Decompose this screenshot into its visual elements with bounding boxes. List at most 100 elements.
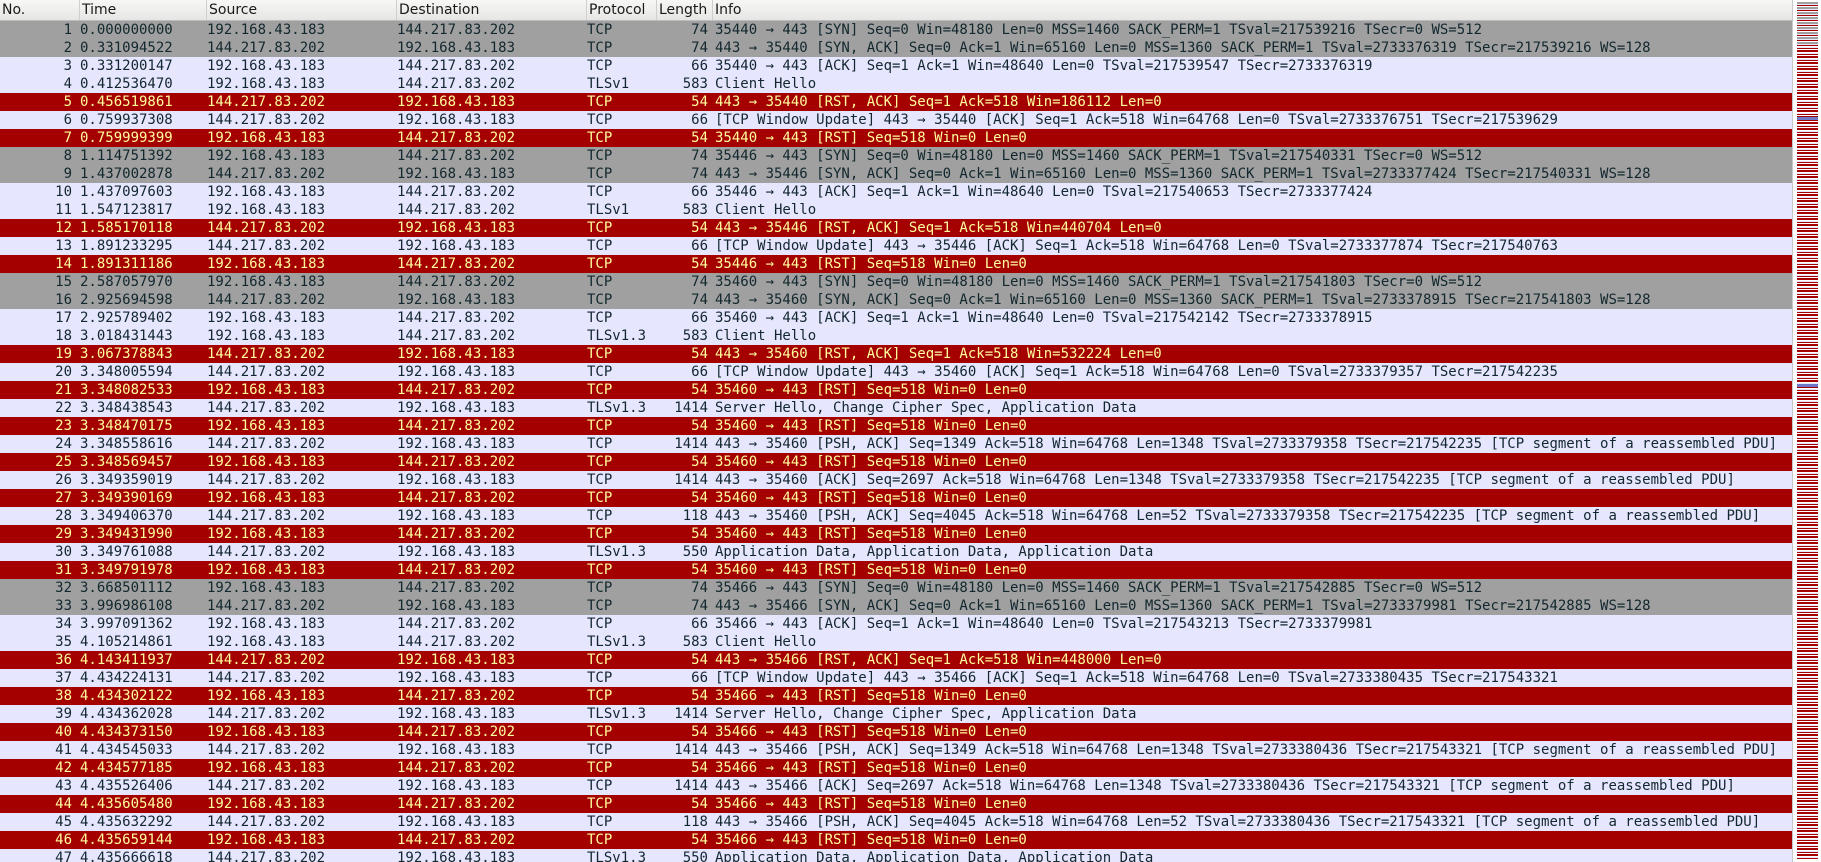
packet-info: 443 → 35466 [PSH, ACK] Seq=4045 Ack=518 … (715, 814, 1761, 830)
packet-no: 26 (55, 472, 72, 488)
packet-row[interactable]: 13 1.891233295 144.217.83.202 192.168.43.18… (0, 237, 1792, 255)
packet-row[interactable]: 36 4.143411937 144.217.83.202 192.168.43.18… (0, 651, 1792, 669)
packet-source: 144.217.83.202 (207, 670, 326, 686)
column-header-length[interactable]: Length (657, 0, 713, 20)
packet-source: 192.168.43.183 (207, 796, 326, 812)
packet-row[interactable]: 12 1.585170118 144.217.83.202 192.168.43.18… (0, 219, 1792, 237)
packet-info: 443 → 35460 [PSH, ACK] Seq=4045 Ack=518 … (715, 508, 1761, 524)
packet-row[interactable]: 42 4.434577185 192.168.43.183 144.217.83.20… (0, 759, 1792, 777)
packet-row[interactable]: 2 0.331094522 144.217.83.202 192.168.43.183… (0, 39, 1792, 57)
packet-row[interactable]: 46 4.435659144 192.168.43.183 144.217.83.20… (0, 831, 1792, 849)
packet-row[interactable]: 1 0.000000000 192.168.43.183 144.217.83.202… (0, 21, 1792, 39)
packet-time: 3.348438543 (80, 400, 173, 416)
packet-list[interactable]: No. Time Source Destination Protocol Len… (0, 0, 1792, 862)
packet-time: 3.067378843 (80, 346, 173, 362)
packet-info: 35440 → 443 [RST] Seq=518 Win=0 Len=0 (715, 130, 1027, 146)
column-header-protocol[interactable]: Protocol (587, 0, 657, 20)
packet-source: 192.168.43.183 (207, 148, 326, 164)
packet-destination: 192.168.43.183 (397, 598, 516, 614)
packet-row[interactable]: 39 4.434362028 144.217.83.202 192.168.43.18… (0, 705, 1792, 723)
packet-no: 18 (55, 328, 72, 344)
packet-source: 192.168.43.183 (207, 130, 326, 146)
column-header-source[interactable]: Source (207, 0, 397, 20)
packet-no: 36 (55, 652, 72, 668)
packet-row[interactable]: 31 3.349791978 192.168.43.183 144.217.83.20… (0, 561, 1792, 579)
packet-row[interactable]: 35 4.105214861 192.168.43.183 144.217.83.20… (0, 633, 1792, 651)
packet-info: 443 → 35460 [RST, ACK] Seq=1 Ack=518 Win… (715, 346, 1162, 362)
packet-minimap[interactable] (1797, 2, 1818, 860)
packet-row[interactable]: 41 4.434545033 144.217.83.202 192.168.43.18… (0, 741, 1792, 759)
packet-row[interactable]: 5 0.456519861 144.217.83.202 192.168.43.183… (0, 93, 1792, 111)
packet-time: 3.349359019 (80, 472, 173, 488)
packet-time: 0.000000000 (80, 22, 173, 38)
packet-row[interactable]: 28 3.349406370 144.217.83.202 192.168.43.18… (0, 507, 1792, 525)
packet-source: 144.217.83.202 (207, 112, 326, 128)
packet-row[interactable]: 18 3.018431443 192.168.43.183 144.217.83.20… (0, 327, 1792, 345)
packet-row[interactable]: 26 3.349359019 144.217.83.202 192.168.43.18… (0, 471, 1792, 489)
packet-length: 54 (691, 490, 708, 506)
packet-time: 3.348005594 (80, 364, 173, 380)
packet-row[interactable]: 6 0.759937308 144.217.83.202 192.168.43.183… (0, 111, 1792, 129)
packet-source: 192.168.43.183 (207, 202, 326, 218)
packet-row[interactable]: 22 3.348438543 144.217.83.202 192.168.43.18… (0, 399, 1792, 417)
packet-row[interactable]: 10 1.437097603 192.168.43.183 144.217.83.20… (0, 183, 1792, 201)
packet-info: [TCP Window Update] 443 → 35466 [ACK] Se… (715, 670, 1558, 686)
packet-row[interactable]: 3 0.331200147 192.168.43.183 144.217.83.202… (0, 57, 1792, 75)
packet-no: 45 (55, 814, 72, 830)
packet-row[interactable]: 21 3.348082533 192.168.43.183 144.217.83.20… (0, 381, 1792, 399)
packet-row[interactable]: 24 3.348558616 144.217.83.202 192.168.43.18… (0, 435, 1792, 453)
packet-row[interactable]: 30 3.349761088 144.217.83.202 192.168.43.18… (0, 543, 1792, 561)
packet-row[interactable]: 44 4.435605480 192.168.43.183 144.217.83.20… (0, 795, 1792, 813)
packet-row[interactable]: 43 4.435526406 144.217.83.202 192.168.43.18… (0, 777, 1792, 795)
column-header-info[interactable]: Info (713, 0, 1792, 20)
packet-row[interactable]: 34 3.997091362 192.168.43.183 144.217.83.20… (0, 615, 1792, 633)
packet-row[interactable]: 23 3.348470175 192.168.43.183 144.217.83.20… (0, 417, 1792, 435)
packet-destination: 192.168.43.183 (397, 40, 516, 56)
packet-list-scrollbar[interactable] (1792, 0, 1821, 862)
packet-row[interactable]: 37 4.434224131 144.217.83.202 192.168.43.18… (0, 669, 1792, 687)
packet-minimap-top (1797, 2, 1818, 46)
packet-row[interactable]: 14 1.891311186 192.168.43.183 144.217.83.20… (0, 255, 1792, 273)
packet-info: Client Hello (715, 634, 817, 650)
packet-no: 1 (63, 22, 72, 38)
packet-row[interactable]: 17 2.925789402 192.168.43.183 144.217.83.20… (0, 309, 1792, 327)
packet-time: 3.668501112 (80, 580, 173, 596)
packet-row[interactable]: 38 4.434302122 192.168.43.183 144.217.83.20… (0, 687, 1792, 705)
packet-no: 31 (55, 562, 72, 578)
packet-no: 42 (55, 760, 72, 776)
packet-length: 54 (691, 256, 708, 272)
packet-row[interactable]: 4 0.412536470 192.168.43.183 144.217.83.202… (0, 75, 1792, 93)
packet-time: 1.891233295 (80, 238, 173, 254)
packet-row[interactable]: 7 0.759999399 192.168.43.183 144.217.83.202… (0, 129, 1792, 147)
packet-destination: 144.217.83.202 (397, 148, 516, 164)
packet-no: 13 (55, 238, 72, 254)
packet-protocol: TCP (587, 148, 613, 164)
column-header-time[interactable]: Time (80, 0, 207, 20)
packet-row[interactable]: 15 2.587057970 192.168.43.183 144.217.83.20… (0, 273, 1792, 291)
packet-row[interactable]: 47 4.435666618 144.217.83.202 192.168.43.18… (0, 849, 1792, 862)
packet-row[interactable]: 27 3.349390169 192.168.43.183 144.217.83.20… (0, 489, 1792, 507)
packet-row[interactable]: 20 3.348005594 144.217.83.202 192.168.43.18… (0, 363, 1792, 381)
packet-row[interactable]: 32 3.668501112 192.168.43.183 144.217.83.20… (0, 579, 1792, 597)
column-header-destination[interactable]: Destination (397, 0, 587, 20)
packet-row[interactable]: 29 3.349431990 192.168.43.183 144.217.83.20… (0, 525, 1792, 543)
packet-row[interactable]: 25 3.348569457 192.168.43.183 144.217.83.20… (0, 453, 1792, 471)
column-header-no[interactable]: No. (0, 0, 80, 20)
packet-destination: 144.217.83.202 (397, 202, 516, 218)
packet-length: 66 (691, 184, 708, 200)
packet-row[interactable]: 45 4.435632292 144.217.83.202 192.168.43.18… (0, 813, 1792, 831)
packet-protocol: TCP (587, 526, 613, 542)
packet-row[interactable]: 16 2.925694598 144.217.83.202 192.168.43.18… (0, 291, 1792, 309)
packet-row[interactable]: 33 3.996986108 144.217.83.202 192.168.43.18… (0, 597, 1792, 615)
packet-row[interactable]: 11 1.547123817 192.168.43.183 144.217.83.20… (0, 201, 1792, 219)
packet-destination: 192.168.43.183 (397, 652, 516, 668)
packet-row[interactable]: 8 1.114751392 192.168.43.183 144.217.83.202… (0, 147, 1792, 165)
packet-row[interactable]: 40 4.434373150 192.168.43.183 144.217.83.20… (0, 723, 1792, 741)
packet-info: 35460 → 443 [RST] Seq=518 Win=0 Len=0 (715, 418, 1027, 434)
packet-info: 35440 → 443 [ACK] Seq=1 Ack=1 Win=48640 … (715, 58, 1373, 74)
packet-row[interactable]: 9 1.437002878 144.217.83.202 192.168.43.183… (0, 165, 1792, 183)
packet-info: 443 → 35466 [PSH, ACK] Seq=1349 Ack=518 … (715, 742, 1778, 758)
packet-time: 4.434224131 (80, 670, 173, 686)
packet-row[interactable]: 19 3.067378843 144.217.83.202 192.168.43.18… (0, 345, 1792, 363)
packet-destination: 192.168.43.183 (397, 850, 516, 862)
